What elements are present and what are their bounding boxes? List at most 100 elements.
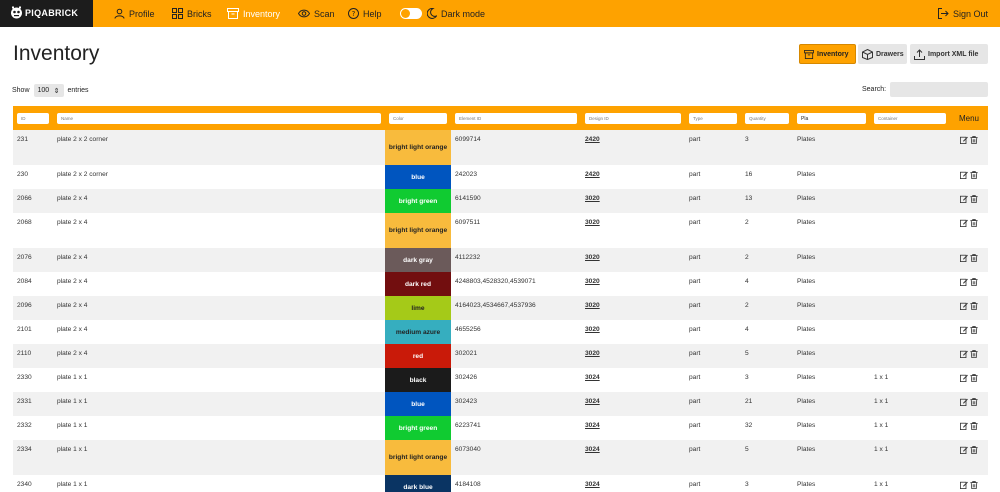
design-id-link[interactable]: 3020 xyxy=(585,278,600,285)
cell-menu xyxy=(950,368,988,392)
nav-inventory[interactable]: Inventory xyxy=(227,0,280,27)
trash-icon[interactable] xyxy=(970,302,978,310)
edit-icon[interactable] xyxy=(960,374,968,382)
edit-icon[interactable] xyxy=(960,481,968,489)
trash-icon[interactable] xyxy=(970,136,978,144)
inventory-button-label: Inventory xyxy=(817,50,849,58)
design-id-link[interactable]: 3020 xyxy=(585,326,600,333)
cell-name: plate 1 x 1 xyxy=(57,446,88,453)
trash-icon[interactable] xyxy=(970,195,978,203)
filter-name[interactable]: Name xyxy=(57,112,381,124)
table-row[interactable]: 2101 plate 2 x 4 medium azure 4655256 3020 pa… xyxy=(13,320,988,344)
filter-color[interactable]: Color xyxy=(389,112,447,124)
cell-quantity: 32 xyxy=(745,422,753,429)
nav-profile[interactable]: Profile xyxy=(114,0,155,27)
nav-scan[interactable]: Scan xyxy=(298,0,335,27)
edit-icon[interactable] xyxy=(960,278,968,286)
table-row[interactable]: 2068 plate 2 x 4 bright light orange 609751… xyxy=(13,213,988,248)
table-row[interactable]: 2331 plate 1 x 1 blue 302423 3024 part 21 Plate… xyxy=(13,392,988,416)
inventory-button[interactable]: Inventory xyxy=(799,44,856,64)
entries-select[interactable]: 100 ⇕ xyxy=(33,84,64,97)
design-id-link[interactable]: 3020 xyxy=(585,195,600,202)
trash-icon[interactable] xyxy=(970,446,978,454)
design-id-link[interactable]: 3024 xyxy=(585,422,600,429)
cell-name: plate 2 x 2 corner xyxy=(57,171,108,178)
trash-icon[interactable] xyxy=(970,398,978,406)
cell-container xyxy=(870,320,950,344)
edit-icon[interactable] xyxy=(960,136,968,144)
table-row[interactable]: 2340 plate 1 x 1 dark blue 4184108 3024 part 3… xyxy=(13,475,988,492)
table-row[interactable]: 2334 plate 1 x 1 bright light orange 607304… xyxy=(13,440,988,475)
cell-menu xyxy=(950,213,988,248)
edit-icon[interactable] xyxy=(960,398,968,406)
trash-icon[interactable] xyxy=(970,422,978,430)
nav-bricks[interactable]: Bricks xyxy=(172,0,212,27)
filter-color-cell: Color xyxy=(385,106,451,130)
edit-icon[interactable] xyxy=(960,350,968,358)
trash-icon[interactable] xyxy=(970,374,978,382)
cell-type: part xyxy=(689,254,701,261)
design-id-link[interactable]: 3020 xyxy=(585,302,600,309)
nav-help[interactable]: ? Help xyxy=(348,0,382,27)
table-row[interactable]: 2084 plate 2 x 4 dark red 4248803,4528320,4… xyxy=(13,272,988,296)
cell-id: 2096 xyxy=(17,302,32,309)
table-row[interactable]: 2066 plate 2 x 4 bright green 6141590 3020 pa… xyxy=(13,189,988,213)
table-row[interactable]: 2330 plate 1 x 1 black 302426 3024 part 3 Plate… xyxy=(13,368,988,392)
drawers-button[interactable]: Drawers xyxy=(858,44,907,64)
table-row[interactable]: 2096 plate 2 x 4 lime 4164023,4534667,45379… xyxy=(13,296,988,320)
table-row[interactable]: 2076 plate 2 x 4 dark gray 4112232 3020 part 2… xyxy=(13,248,988,272)
nav-profile-label: Profile xyxy=(129,8,155,19)
filter-type[interactable]: Type xyxy=(689,112,737,124)
edit-icon[interactable] xyxy=(960,195,968,203)
table-row[interactable]: 230 plate 2 x 2 corner blue 242023 2420 part 1… xyxy=(13,165,988,189)
logo-icon xyxy=(11,6,22,19)
trash-icon[interactable] xyxy=(970,254,978,262)
trash-icon[interactable] xyxy=(970,326,978,334)
trash-icon[interactable] xyxy=(970,481,978,489)
trash-icon[interactable] xyxy=(970,278,978,286)
edit-icon[interactable] xyxy=(960,422,968,430)
edit-icon[interactable] xyxy=(960,302,968,310)
cell-id: 2110 xyxy=(17,350,32,357)
import-xml-button[interactable]: Import XML file xyxy=(910,44,988,64)
filter-quantity[interactable]: Quantity xyxy=(745,112,789,124)
filter-category[interactable]: Pla xyxy=(797,112,866,124)
design-id-link[interactable]: 2420 xyxy=(585,171,600,178)
design-id-link[interactable]: 3024 xyxy=(585,374,600,381)
edit-icon[interactable] xyxy=(960,326,968,334)
brand[interactable]: PIQABRICK xyxy=(0,0,93,27)
edit-icon[interactable] xyxy=(960,446,968,454)
cell-category: Plates xyxy=(797,374,816,381)
design-id-link[interactable]: 3024 xyxy=(585,446,600,453)
trash-icon[interactable] xyxy=(970,171,978,179)
dark-mode-toggle[interactable] xyxy=(400,8,422,19)
design-id-link[interactable]: 2420 xyxy=(585,136,600,143)
nav-sign-out[interactable]: Sign Out xyxy=(938,0,988,27)
cell-element-id: 302021 xyxy=(455,350,478,357)
filter-design-id[interactable]: Design ID xyxy=(585,112,681,124)
design-id-link[interactable]: 3024 xyxy=(585,398,600,405)
cell-type: part xyxy=(689,446,701,453)
trash-icon[interactable] xyxy=(970,350,978,358)
nav-dark-mode[interactable]: Dark mode xyxy=(427,0,485,27)
table-row[interactable]: 231 plate 2 x 2 corner bright light orange… xyxy=(13,130,988,165)
design-id-link[interactable]: 3020 xyxy=(585,254,600,261)
edit-icon[interactable] xyxy=(960,254,968,262)
cell-menu xyxy=(950,130,988,165)
table-row[interactable]: 2332 plate 1 x 1 bright green 6223741 3024 pa… xyxy=(13,416,988,440)
design-id-link[interactable]: 3024 xyxy=(585,481,600,488)
filter-container[interactable]: Container xyxy=(874,112,946,124)
table-row[interactable]: 2110 plate 2 x 4 red 302021 3020 part 5 Plates xyxy=(13,344,988,368)
cell-quantity: 3 xyxy=(745,481,749,488)
filter-element-id[interactable]: Element ID xyxy=(455,112,577,124)
design-id-link[interactable]: 3020 xyxy=(585,219,600,226)
cell-design-id: 2420 xyxy=(581,165,685,189)
trash-icon[interactable] xyxy=(970,219,978,227)
entries-control: Show 100 ⇕ entries xyxy=(12,84,89,97)
filter-id[interactable]: ID xyxy=(17,112,49,124)
design-id-link[interactable]: 3020 xyxy=(585,350,600,357)
edit-icon[interactable] xyxy=(960,219,968,227)
cell-quantity: 21 xyxy=(745,398,753,405)
edit-icon[interactable] xyxy=(960,171,968,179)
search-input[interactable] xyxy=(890,82,988,97)
